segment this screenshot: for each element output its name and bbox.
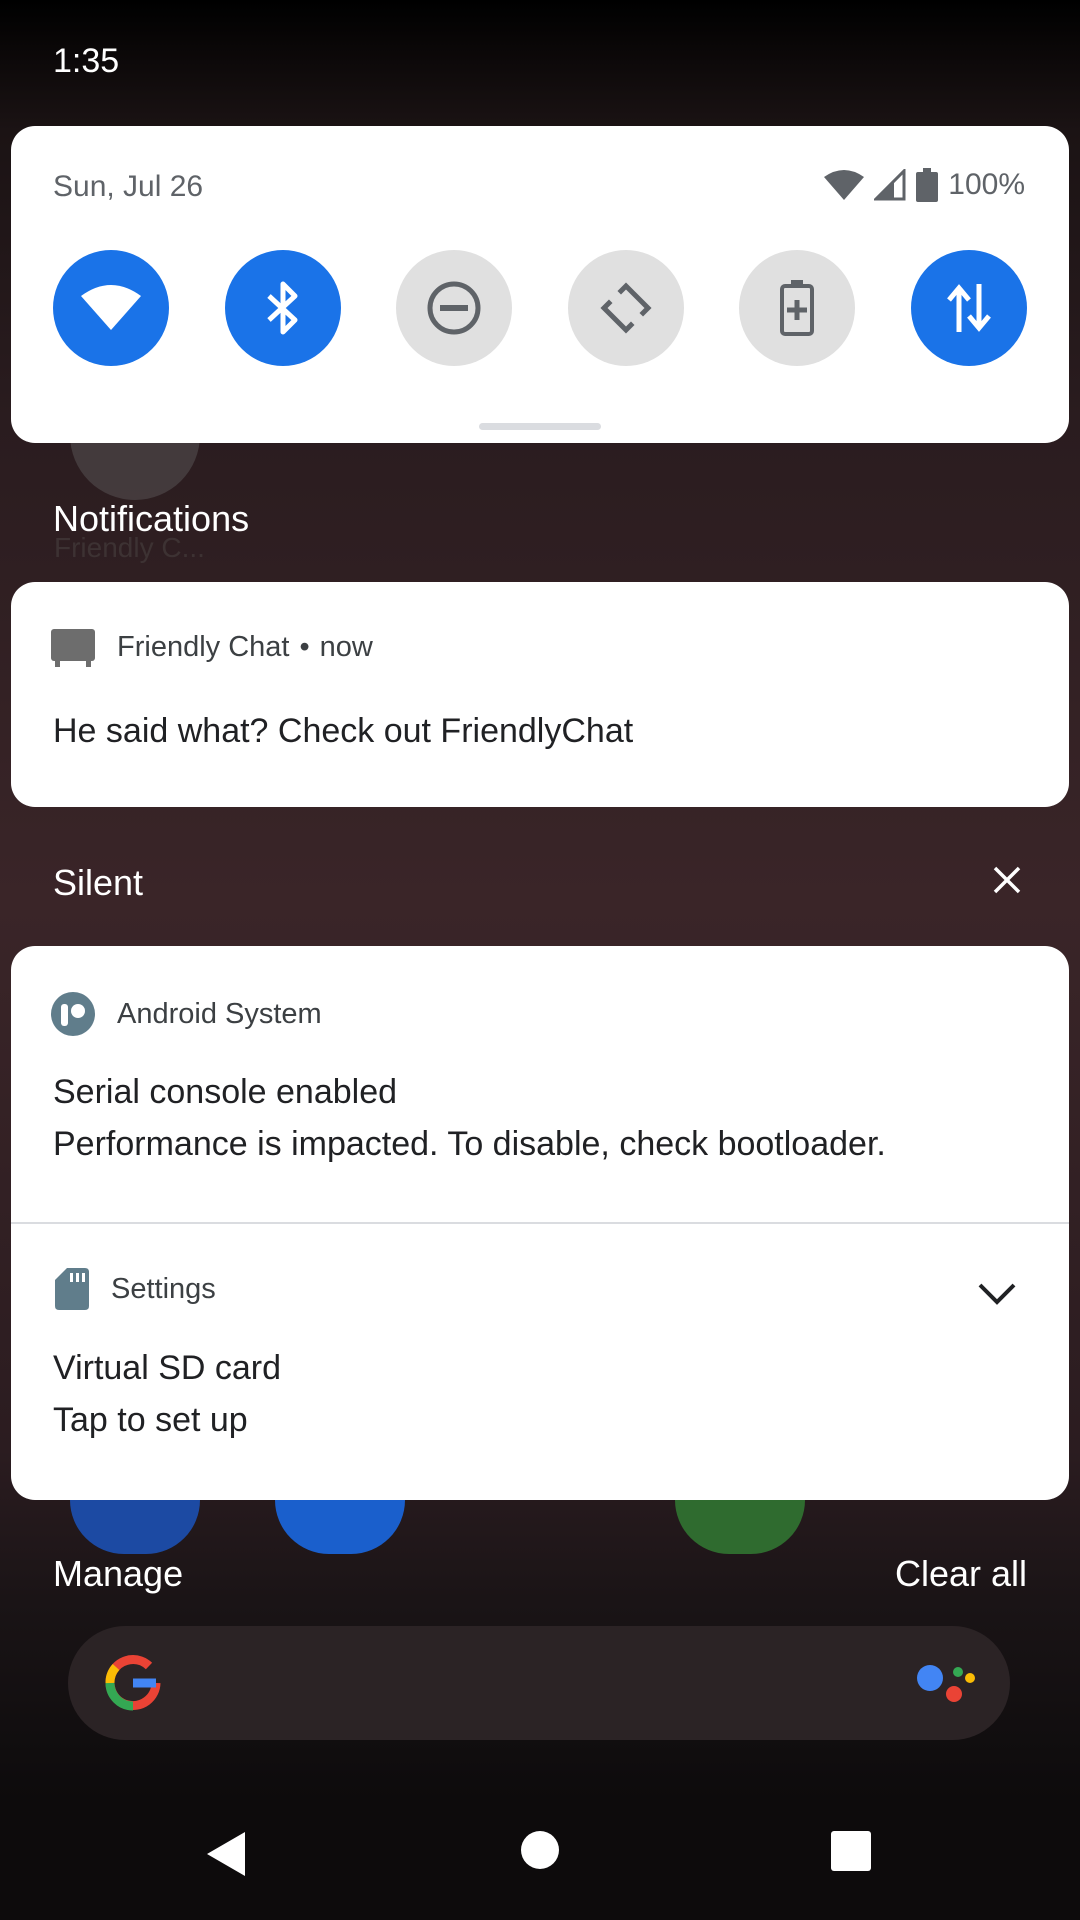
qs-tiles	[53, 250, 1027, 366]
back-icon[interactable]	[205, 1830, 247, 1878]
notification-title: Serial console enabled	[53, 1073, 398, 1111]
qs-drag-handle[interactable]	[479, 423, 601, 430]
notification-app-name: Friendly Chat	[117, 630, 290, 663]
home-icon[interactable]	[520, 1830, 560, 1870]
silent-heading: Silent	[53, 862, 144, 903]
mobile-data-tile[interactable]	[910, 250, 1027, 366]
settings-notification[interactable]: Settings Virtual SD card Tap to set up	[11, 1224, 1069, 1500]
manage-button[interactable]: Manage	[53, 1553, 183, 1595]
notification-message: He said what? Check out FriendlyChat	[53, 712, 634, 750]
android-system-notification[interactable]: Android System Serial console enabled Pe…	[11, 946, 1069, 1223]
quick-settings-panel: Sun, Jul 26 100%	[11, 126, 1069, 443]
notification-header: Android System	[51, 992, 322, 1036]
silent-notifications-group: Android System Serial console enabled Pe…	[11, 946, 1069, 1500]
do-not-disturb-icon	[427, 281, 481, 335]
sd-card-icon	[55, 1268, 89, 1310]
notification-header: Settings	[55, 1268, 216, 1310]
status-bar-time: 1:35	[53, 42, 120, 80]
battery-saver-tile[interactable]	[739, 250, 856, 366]
notification-header: Friendly Chat • now	[51, 627, 373, 667]
clear-all-button[interactable]: Clear all	[895, 1553, 1027, 1595]
notifications-heading: Notifications	[53, 498, 250, 539]
close-icon[interactable]	[992, 865, 1022, 895]
chevron-down-icon[interactable]	[977, 1282, 1017, 1306]
notification-title: Virtual SD card	[53, 1349, 282, 1387]
android-system-app-icon	[51, 992, 95, 1036]
dock-icon	[70, 1500, 200, 1554]
header-separator: •	[299, 630, 310, 663]
battery-percent: 100%	[948, 168, 1025, 201]
bluetooth-icon	[266, 281, 298, 335]
wifi-tile[interactable]	[53, 250, 169, 366]
auto-rotate-icon	[600, 282, 652, 334]
google-assistant-icon	[917, 1665, 975, 1702]
notification-app-name: Settings	[111, 1272, 216, 1305]
qs-date[interactable]: Sun, Jul 26	[53, 170, 203, 204]
cell-signal-icon	[874, 169, 906, 201]
wifi-icon	[81, 285, 141, 330]
battery-saver-icon	[780, 280, 815, 336]
notification-text: Performance is impacted. To disable, che…	[53, 1125, 886, 1163]
google-search-bar[interactable]	[68, 1626, 1010, 1740]
dock-icon	[675, 1500, 805, 1554]
auto-rotate-tile[interactable]	[567, 250, 684, 366]
do-not-disturb-tile[interactable]	[396, 250, 513, 366]
friendly-chat-app-icon	[51, 629, 95, 667]
notification-text: Tap to set up	[53, 1401, 248, 1439]
qs-status-icons: 100%	[824, 168, 1025, 202]
mobile-data-icon	[947, 284, 991, 332]
notification-app-name: Android System	[117, 997, 322, 1030]
notification-time: now	[319, 630, 373, 663]
friendly-chat-notification[interactable]: Friendly Chat • now He said what? Check …	[11, 582, 1069, 807]
wifi-signal-icon	[824, 170, 865, 200]
battery-icon	[916, 168, 939, 202]
recents-icon[interactable]	[830, 1830, 872, 1872]
google-logo-icon	[105, 1655, 161, 1711]
bluetooth-tile[interactable]	[224, 250, 341, 366]
dock-icon	[275, 1500, 405, 1554]
background-dock-icons	[70, 1500, 970, 1554]
